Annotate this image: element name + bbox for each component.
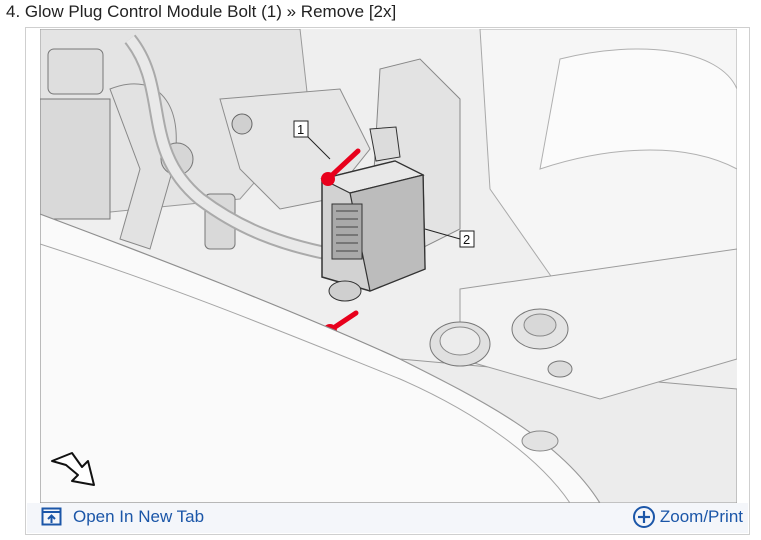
figure-toolbar: Open In New Tab Zoom/Print — [27, 503, 748, 533]
zoom-print-label: Zoom/Print — [659, 507, 743, 526]
open-in-new-tab-label: Open In New Tab — [73, 507, 205, 526]
component-illustration: 1 2 — [40, 29, 737, 503]
callout-2: 2 — [463, 232, 470, 247]
figure-frame: 1 2 Open In New Tab Zoom/Print — [25, 27, 750, 535]
open-new-tab-icon — [41, 507, 63, 527]
callout-1: 1 — [297, 122, 304, 137]
open-in-new-tab-link[interactable]: Open In New Tab — [41, 507, 204, 527]
zoom-plus-icon — [632, 505, 656, 529]
step-title: 4. Glow Plug Control Module Bolt (1) » R… — [6, 2, 397, 21]
zoom-print-link[interactable]: Zoom/Print — [632, 505, 743, 529]
